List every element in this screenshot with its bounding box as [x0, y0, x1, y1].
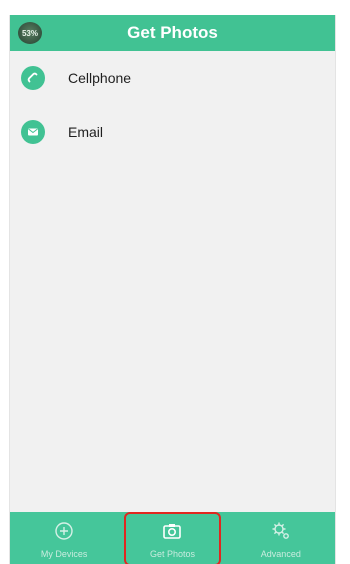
source-menu: Cellphone Email	[10, 51, 335, 159]
tab-advanced[interactable]: Advanced	[227, 512, 335, 564]
phone-icon	[21, 66, 45, 90]
envelope-icon	[21, 120, 45, 144]
menu-item-label: Cellphone	[68, 70, 132, 86]
page-title: Get Photos	[127, 23, 218, 42]
menu-item-email[interactable]: Email	[10, 105, 335, 159]
camera-icon	[162, 520, 182, 542]
tab-get-photos[interactable]: Get Photos	[118, 512, 226, 564]
app-header: 53% Get Photos	[10, 15, 335, 51]
tab-label: Advanced	[260, 549, 301, 559]
tab-label: Get Photos	[149, 549, 195, 559]
menu-item-label: Email	[68, 124, 104, 140]
tab-my-devices[interactable]: My Devices	[10, 512, 118, 564]
bottom-tab-bar: My Devices Get Photos Advanced	[10, 512, 335, 564]
tab-label: My Devices	[40, 549, 88, 559]
add-circle-icon	[54, 520, 74, 542]
menu-item-cellphone[interactable]: Cellphone	[10, 51, 335, 105]
app-screen: 53% Get Photos Cellphone Email My Device…	[9, 15, 336, 564]
gear-icon	[270, 520, 292, 542]
